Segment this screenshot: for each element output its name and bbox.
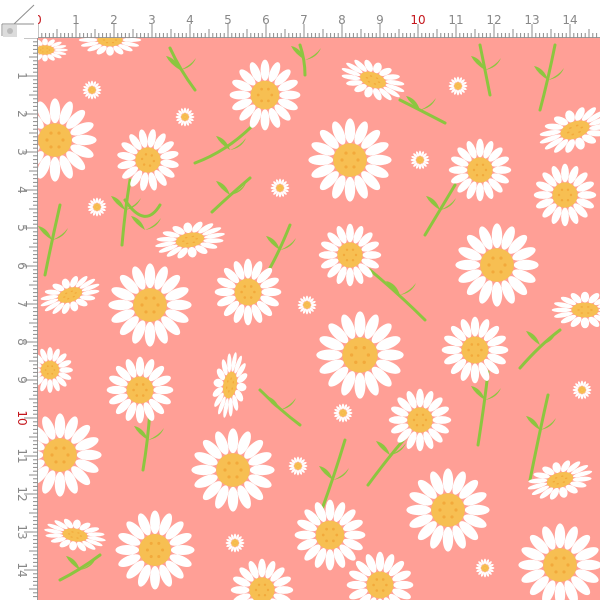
small-daisy-icon — [410, 150, 430, 170]
small-daisy-icon — [572, 380, 592, 400]
ruler-clip-icon — [0, 0, 38, 38]
small-daisy-icon — [87, 197, 107, 217]
ruler-top-label: 3 — [148, 13, 156, 27]
ruler-left: 1 2 3 4 5 6 7 8 9 10 11 12 13 14 — [0, 0, 38, 600]
ruler-left-label: 14 — [15, 562, 29, 577]
daisy-icon — [318, 223, 382, 287]
ruler-left-label: 8 — [15, 338, 29, 346]
small-daisy-icon — [270, 178, 290, 198]
ruler-top-label: 13 — [524, 13, 539, 27]
ruler-top: 0 1 2 3 4 5 6 7 8 9 10 11 12 13 14 — [0, 0, 600, 38]
daisy-icon — [115, 510, 195, 590]
ruler-top-label: 6 — [262, 13, 270, 27]
ruler-top-label: 14 — [562, 13, 577, 27]
daisy-icon — [191, 428, 275, 512]
ruler-corner — [0, 0, 38, 38]
ruler-left-label: 11 — [15, 448, 29, 463]
fabric-swatch-view: 0 1 2 3 4 5 6 7 8 9 10 11 12 13 14 1 2 3 4 5 6 7 8 9 10 11 12 13 14 — [0, 0, 600, 600]
ruler-left-label: 5 — [15, 224, 29, 232]
ruler-top-label: 12 — [486, 13, 501, 27]
daisy-icon — [308, 118, 392, 202]
ruler-left-label: 4 — [15, 186, 29, 194]
ruler-top-label: 7 — [300, 13, 308, 27]
small-daisy-icon — [82, 80, 102, 100]
daisy-icon — [455, 223, 539, 307]
ruler-left-label: 12 — [15, 486, 29, 501]
ruler-top-label: 8 — [338, 13, 346, 27]
small-daisy-icon — [288, 456, 308, 476]
ruler-left-label: 2 — [15, 110, 29, 118]
small-daisy-icon — [448, 76, 468, 96]
daisy-icon — [448, 138, 512, 202]
small-daisy-icon — [333, 403, 353, 423]
ruler-top-label: 4 — [186, 13, 194, 27]
fabric-pattern — [38, 38, 600, 600]
ruler-top-label: 2 — [110, 13, 118, 27]
ruler-top-label: 5 — [224, 13, 232, 27]
daisy-icon — [106, 356, 174, 424]
ruler-left-label: 6 — [15, 262, 29, 270]
ruler-top-label: 9 — [376, 13, 384, 27]
daisy-icon — [294, 499, 366, 571]
daisy-icon — [316, 311, 404, 399]
small-daisy-icon — [225, 533, 245, 553]
ruler-left-label: 1 — [15, 72, 29, 80]
ruler-left-label: 10 — [15, 410, 29, 425]
ruler-left-label: 3 — [15, 148, 29, 156]
ruler-left-label: 13 — [15, 524, 29, 539]
daisy-icon — [214, 258, 282, 326]
daisy-icon — [388, 388, 452, 452]
ruler-top-label: 10 — [410, 13, 425, 27]
small-daisy-icon — [475, 558, 495, 578]
daisy-icon — [108, 263, 192, 347]
ruler-top-label: 11 — [448, 13, 463, 27]
ruler-left-label: 7 — [15, 300, 29, 308]
ruler-left-label: 9 — [15, 376, 29, 384]
ruler-top-label: 1 — [72, 13, 80, 27]
small-daisy-icon — [297, 295, 317, 315]
daisy-pattern-svg — [38, 38, 600, 600]
small-daisy-icon — [175, 107, 195, 127]
daisy-icon — [406, 468, 490, 552]
daisy-icon — [229, 59, 301, 131]
ruler-top-scale: 0 1 2 3 4 5 6 7 8 9 10 11 12 13 14 — [0, 13, 600, 38]
daisy-icon — [533, 163, 597, 227]
ruler-left-scale: 1234567891011121314 — [15, 37, 38, 600]
daisy-icon — [441, 316, 509, 384]
